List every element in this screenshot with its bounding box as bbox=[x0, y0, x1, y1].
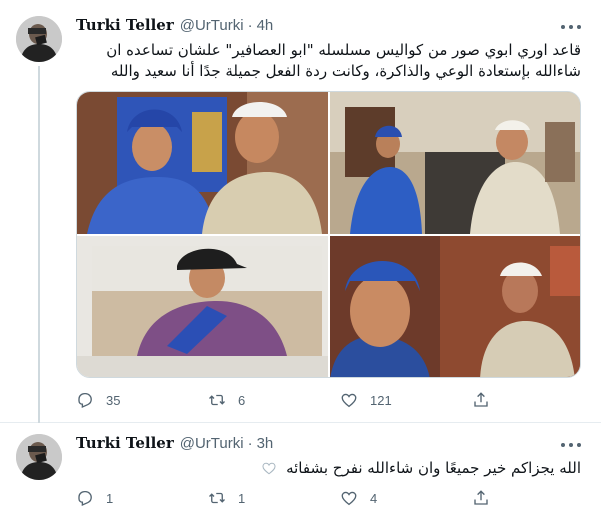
reply-count: 1 bbox=[106, 490, 114, 506]
separator: · bbox=[247, 17, 253, 34]
author-name[interactable]: Turki Teller bbox=[76, 434, 174, 452]
more-icon[interactable] bbox=[561, 437, 581, 453]
tweet-text-content: الله يجزاكم خير جميعًا وان شاءالله نفرح … bbox=[286, 459, 581, 477]
photo-1[interactable] bbox=[77, 92, 328, 234]
author-handle[interactable]: @UrTurki bbox=[180, 17, 244, 34]
thread-line bbox=[38, 66, 40, 423]
retweet-count: 6 bbox=[238, 392, 246, 408]
heart-icon bbox=[341, 491, 357, 506]
photo-2[interactable] bbox=[330, 92, 580, 234]
like-count: 4 bbox=[370, 490, 378, 506]
tweet-header: Turki Teller @UrTurki · 4h bbox=[76, 16, 273, 36]
reply-count: 35 bbox=[106, 392, 121, 408]
share-icon bbox=[474, 490, 488, 505]
media-grid[interactable] bbox=[76, 91, 581, 378]
tweet-text: الله يجزاكم خير جميعًا وان شاءالله نفرح … bbox=[76, 458, 581, 479]
photo-3[interactable] bbox=[77, 236, 328, 377]
author-handle[interactable]: @UrTurki bbox=[180, 435, 244, 452]
retweet-count: 1 bbox=[238, 490, 246, 506]
tweet[interactable]: Turki Teller @UrTurki · 4h قاعد اوري ابو… bbox=[0, 0, 601, 423]
avatar[interactable] bbox=[16, 16, 62, 62]
share-button[interactable] bbox=[472, 391, 502, 409]
separator: · bbox=[247, 435, 253, 452]
reply-button[interactable]: 35 bbox=[76, 391, 208, 409]
share-icon bbox=[474, 392, 488, 407]
timestamp[interactable]: 3h bbox=[257, 435, 274, 452]
like-button[interactable]: 121 bbox=[340, 391, 472, 409]
share-button[interactable] bbox=[472, 489, 502, 507]
like-count: 121 bbox=[370, 392, 392, 408]
author-name[interactable]: Turki Teller bbox=[76, 16, 174, 34]
reply-icon bbox=[78, 392, 92, 409]
retweet-button[interactable]: 6 bbox=[208, 391, 340, 409]
retweet-icon bbox=[209, 394, 225, 406]
retweet-icon bbox=[209, 492, 225, 504]
photo-4[interactable] bbox=[330, 236, 580, 377]
tweet-header: Turki Teller @UrTurki · 3h bbox=[76, 434, 273, 454]
reply-icon bbox=[78, 490, 92, 507]
retweet-button[interactable]: 1 bbox=[208, 489, 340, 507]
white-heart-icon bbox=[262, 462, 276, 475]
reply-button[interactable]: 1 bbox=[76, 489, 208, 507]
heart-icon bbox=[341, 393, 357, 408]
tweet-actions: 35 6 121 bbox=[76, 390, 516, 410]
timestamp[interactable]: 4h bbox=[257, 17, 274, 34]
tweet[interactable]: Turki Teller @UrTurki · 3h الله يجزاكم خ… bbox=[0, 424, 601, 522]
like-button[interactable]: 4 bbox=[340, 489, 472, 507]
more-icon[interactable] bbox=[561, 19, 581, 35]
tweet-actions: 1 1 4 bbox=[76, 488, 516, 508]
tweet-text: قاعد اوري ابوي صور من كواليس مسلسله "ابو… bbox=[106, 41, 581, 80]
avatar[interactable] bbox=[16, 434, 62, 480]
